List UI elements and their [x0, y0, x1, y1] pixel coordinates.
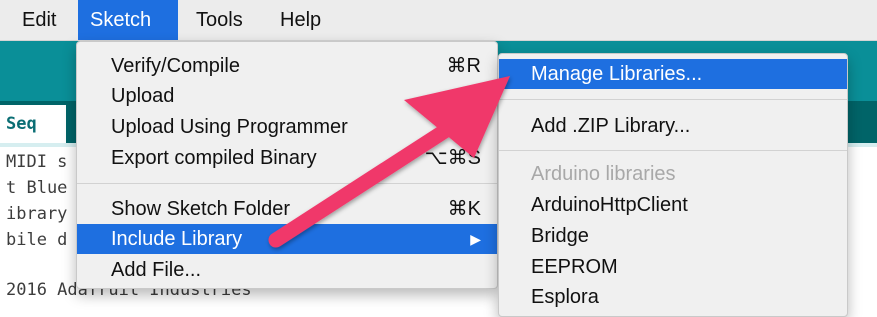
section-header-arduino-libraries: Arduino libraries	[531, 163, 676, 185]
menu-item-add-zip-library[interactable]: Add .ZIP Library...	[499, 111, 847, 141]
shortcut-label: ⌥⌘S	[424, 147, 481, 169]
menu-item-verify-compile[interactable]: Verify/Compile ⌘R	[77, 51, 497, 81]
menu-item-upload[interactable]: Upload	[77, 81, 497, 111]
menu-item-label: Show Sketch Folder	[111, 198, 290, 220]
menu-item-label: Upload	[111, 85, 175, 107]
menu-sketch[interactable]: Sketch	[78, 0, 178, 40]
include-library-submenu: Manage Libraries... Add .ZIP Library... …	[498, 53, 848, 317]
code-line: ibrary	[6, 204, 68, 224]
menu-item-include-library[interactable]: Include Library ▶	[77, 224, 497, 254]
menu-item-label: Include Library	[111, 228, 243, 250]
menu-item-label: Manage Libraries...	[531, 63, 703, 85]
shortcut-label: ⌘K	[447, 198, 481, 220]
code-line: bile d	[6, 230, 68, 250]
menu-item-manage-libraries[interactable]: Manage Libraries...	[499, 59, 847, 89]
menu-item-export-binary[interactable]: Export compiled Binary ⌥⌘S	[77, 143, 497, 173]
menu-separator	[77, 183, 497, 184]
menu-edit[interactable]: Edit	[12, 0, 66, 40]
menu-separator	[499, 99, 847, 100]
menu-item-label: Add File...	[111, 259, 202, 281]
menu-item-library[interactable]: Bridge	[499, 221, 847, 251]
menu-item-show-sketch-folder[interactable]: Show Sketch Folder ⌘K	[77, 194, 497, 224]
submenu-arrow-icon: ▶	[470, 231, 481, 247]
shortcut-label: ⌘R	[446, 55, 481, 77]
menu-tools[interactable]: Tools	[186, 0, 253, 40]
menu-item-label: Verify/Compile	[111, 55, 240, 77]
menu-item-label: EEPROM	[531, 256, 618, 278]
menu-item-upload-programmer[interactable]: Upload Using Programmer	[77, 112, 497, 142]
code-line: t Blue	[6, 178, 68, 198]
menu-item-library[interactable]: ArduinoHttpClient	[499, 190, 847, 220]
menu-item-label: ArduinoHttpClient	[531, 194, 688, 216]
menu-item-library[interactable]: EEPROM	[499, 252, 847, 282]
menu-help[interactable]: Help	[270, 0, 331, 40]
menu-separator	[499, 150, 847, 151]
menu-item-label: Upload Using Programmer	[111, 116, 348, 138]
menu-item-label: Export compiled Binary	[111, 147, 317, 169]
menu-item-label: Bridge	[531, 225, 589, 247]
menu-bar: Edit Sketch Tools Help	[0, 0, 877, 41]
menu-item-label: Add .ZIP Library...	[531, 115, 691, 137]
code-line: MIDI s	[6, 152, 68, 172]
menu-item-add-file[interactable]: Add File...	[77, 255, 497, 285]
tab-sketch[interactable]: Seq	[0, 105, 66, 143]
menu-item-label: Esplora	[531, 286, 599, 308]
sketch-menu: Verify/Compile ⌘R Upload Upload Using Pr…	[76, 41, 498, 289]
menu-item-library[interactable]: Esplora	[499, 282, 847, 312]
